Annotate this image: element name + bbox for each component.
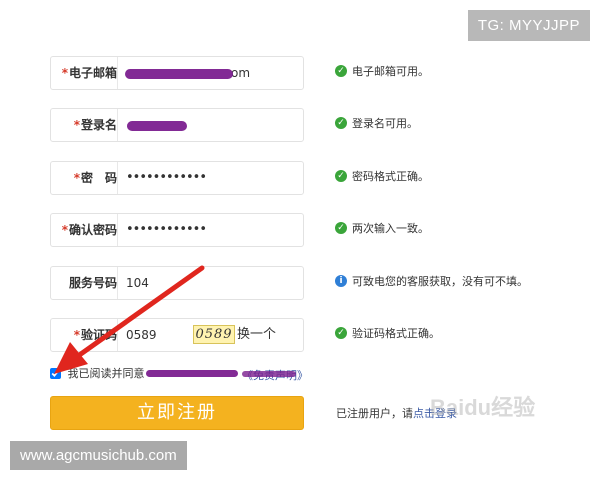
agreement-checkbox[interactable] xyxy=(50,367,61,379)
check-icon: ✓ xyxy=(335,65,347,77)
email-value: om xyxy=(231,66,251,80)
service-number-row: 服务号码 104 i 可致电您的客服获取，没有可不填。 xyxy=(50,266,600,300)
register-button[interactable]: 立即注册 xyxy=(50,396,304,430)
password-label: *密 码 xyxy=(51,162,118,194)
check-icon: ✓ xyxy=(335,170,347,182)
loginname-label: *登录名 xyxy=(51,109,118,141)
email-field[interactable]: *电子邮箱 om xyxy=(50,56,304,90)
captcha-status: ✓ 验证码格式正确。 xyxy=(335,318,440,350)
confirm-password-status: ✓ 两次输入一致。 xyxy=(335,213,429,245)
loginname-field[interactable]: *登录名 xyxy=(50,108,304,142)
email-status: ✓ 电子邮箱可用。 xyxy=(335,56,429,88)
captcha-field[interactable]: *验证码 0589 0589 换一个 xyxy=(50,318,304,352)
check-icon: ✓ xyxy=(335,117,347,129)
confirm-password-field[interactable]: *确认密码 •••••••••••• xyxy=(50,213,304,247)
info-icon: i xyxy=(335,275,347,287)
check-icon: ✓ xyxy=(335,327,347,339)
captcha-refresh-link[interactable]: 换一个 xyxy=(237,319,276,351)
service-number-value: 104 xyxy=(126,276,149,290)
watermark-tg: TG: MYYJJPP xyxy=(467,10,590,41)
check-icon: ✓ xyxy=(335,222,347,234)
loginname-row: *登录名 ✓ 登录名可用。 xyxy=(50,108,600,142)
loginname-status: ✓ 登录名可用。 xyxy=(335,108,418,140)
service-number-status: i 可致电您的客服获取，没有可不填。 xyxy=(335,266,528,298)
email-label: *电子邮箱 xyxy=(51,57,118,89)
agreement-row: 我已阅读并同意 《免责声明》 xyxy=(50,365,350,383)
confirm-password-row: *确认密码 •••••••••••• ✓ 两次输入一致。 xyxy=(50,213,600,247)
service-number-label: 服务号码 xyxy=(51,267,118,299)
redaction-scribble xyxy=(125,69,233,79)
agreement-text: 我已阅读并同意 xyxy=(67,367,145,380)
password-status: ✓ 密码格式正确。 xyxy=(335,161,429,193)
redaction-scribble xyxy=(242,371,296,377)
required-star: * xyxy=(73,118,80,132)
captcha-label: *验证码 xyxy=(51,319,118,351)
captcha-image[interactable]: 0589 xyxy=(193,325,235,344)
confirm-password-value: •••••••••••• xyxy=(126,222,207,237)
baidu-watermark: Baidu经验 xyxy=(430,395,536,420)
email-row: *电子邮箱 om ✓ 电子邮箱可用。 xyxy=(50,56,600,90)
required-star: * xyxy=(73,171,80,185)
redaction-scribble xyxy=(127,121,187,131)
service-number-field[interactable]: 服务号码 104 xyxy=(50,266,304,300)
password-value: •••••••••••• xyxy=(126,170,207,185)
redaction-scribble xyxy=(146,370,238,377)
required-star: * xyxy=(61,223,68,237)
confirm-password-label: *确认密码 xyxy=(51,214,118,246)
password-row: *密 码 •••••••••••• ✓ 密码格式正确。 xyxy=(50,161,600,195)
required-star: * xyxy=(61,66,68,80)
password-field[interactable]: *密 码 •••••••••••• xyxy=(50,161,304,195)
watermark-site: www.agcmusichub.com xyxy=(10,441,187,470)
captcha-row: *验证码 0589 0589 换一个 ✓ 验证码格式正确。 xyxy=(50,318,600,352)
captcha-value: 0589 xyxy=(126,328,157,342)
required-star: * xyxy=(73,328,80,342)
